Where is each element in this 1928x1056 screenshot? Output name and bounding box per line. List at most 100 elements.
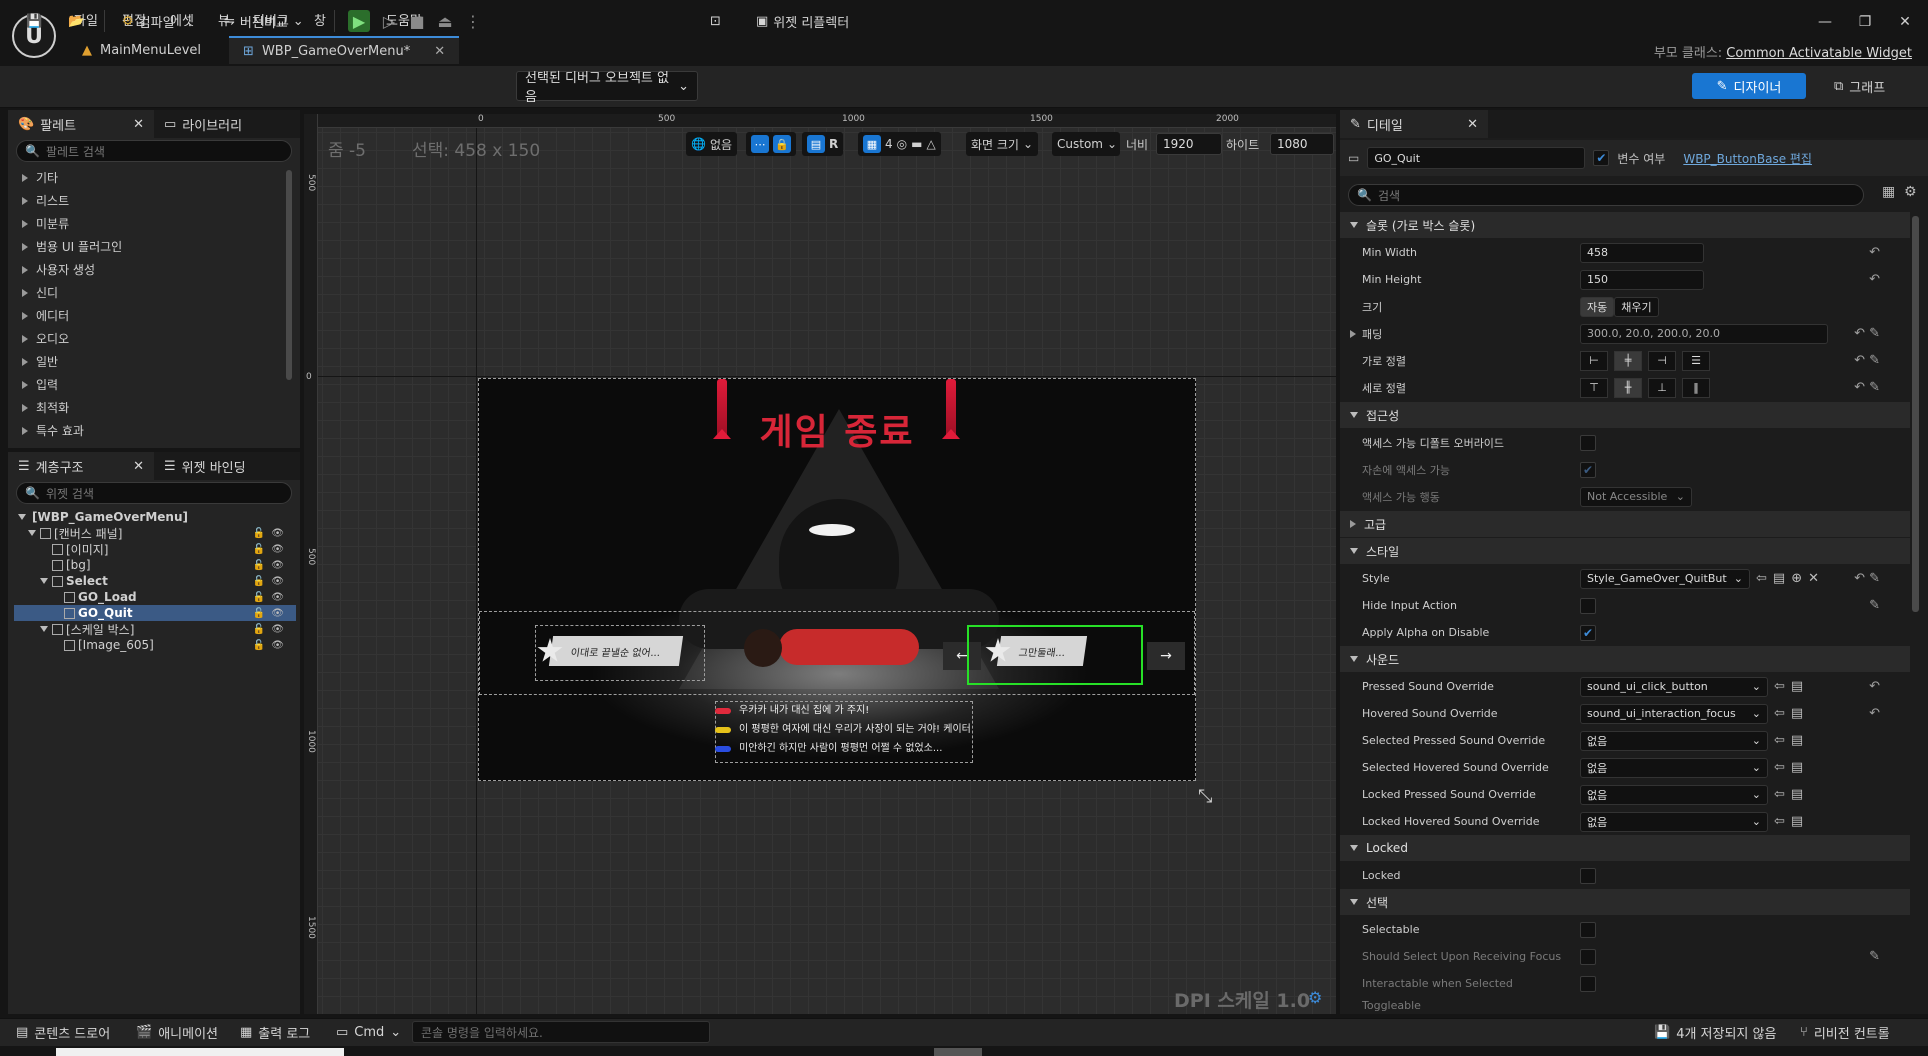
- align-left-icon[interactable]: ⊢: [1580, 350, 1608, 371]
- screen-size-dropdown[interactable]: 화면 크기 ⌄: [966, 132, 1039, 156]
- widget-search[interactable]: 🔍 위젯 검색: [16, 482, 292, 504]
- size-auto-button[interactable]: 자동: [1580, 296, 1615, 317]
- acc-override-checkbox[interactable]: [1580, 434, 1596, 451]
- selectable-checkbox[interactable]: [1580, 921, 1596, 938]
- unsaved-button[interactable]: 💾 4개 저장되지 않음: [1654, 1022, 1776, 1042]
- height-input[interactable]: 1080: [1270, 133, 1334, 155]
- console-input[interactable]: 콘솔 명령을 입력하세요.: [412, 1021, 710, 1043]
- diff-button[interactable]: ⇋ 버전비교 ⌄: [218, 8, 310, 34]
- lock-visibility-icons[interactable]: 🔓👁: [253, 608, 290, 619]
- size-fill-button[interactable]: 채우기: [1614, 296, 1659, 317]
- tree-item[interactable]: GO_Load 🔓👁: [14, 589, 296, 605]
- play-options-icon[interactable]: ⋮: [462, 10, 484, 32]
- designer-button[interactable]: ✎ 디자이너: [1692, 73, 1806, 99]
- palette-category[interactable]: 입력: [8, 373, 284, 396]
- debug-filter-icon[interactable]: ⊡: [704, 8, 727, 34]
- restore-icon[interactable]: ❐: [1850, 14, 1880, 30]
- details-scrollbar[interactable]: [1912, 216, 1919, 612]
- content-drawer-button[interactable]: ▤ 콘텐츠 드로어: [16, 1022, 110, 1042]
- compile-button[interactable]: ⚙ 컴파일 ⋮: [116, 8, 203, 34]
- reset-icon[interactable]: ↶: [1869, 245, 1880, 260]
- section-selection[interactable]: 선택: [1340, 889, 1910, 915]
- min-height-input[interactable]: 150: [1580, 269, 1704, 290]
- sound-dropdown[interactable]: 없음 ⌄: [1580, 757, 1768, 778]
- snap-toggles[interactable]: ⋯ 🔒: [746, 132, 796, 156]
- section-advanced[interactable]: 고급: [1340, 511, 1910, 537]
- minimize-icon[interactable]: —: [1810, 14, 1840, 30]
- close-icon[interactable]: ✕: [1467, 117, 1478, 132]
- widget-preview[interactable]: 게임 종료 이대로 끝낼순 없어... ← 그만둘래... → 우카카 내가 대…: [478, 378, 1196, 781]
- tree-item[interactable]: [Image_605] 🔓👁: [14, 637, 296, 653]
- details-search[interactable]: 🔍 검색: [1348, 184, 1864, 206]
- palette-category[interactable]: 특수 효과: [8, 419, 284, 442]
- palette-scrollbar[interactable]: [286, 170, 292, 380]
- palette-category[interactable]: 신디: [8, 281, 284, 304]
- go-quit-button[interactable]: 그만둘래...: [985, 631, 1088, 671]
- settings-gear-icon[interactable]: ⚙: [1904, 184, 1917, 200]
- stop-icon[interactable]: ■: [406, 10, 428, 32]
- browse-to-asset-icon[interactable]: ⇦: [1774, 787, 1785, 802]
- align-bottom-icon[interactable]: ⊥: [1648, 377, 1676, 398]
- bind-icon[interactable]: ✎: [1869, 598, 1880, 613]
- palette-category[interactable]: 일반: [8, 350, 284, 373]
- widget-reflector-button[interactable]: ▣ 위젯 리플렉터: [750, 8, 855, 34]
- reset-icon[interactable]: ↶ ✎: [1854, 353, 1880, 368]
- respect-locks-toggles[interactable]: ▤ R: [802, 132, 844, 156]
- preset-dropdown[interactable]: Custom ⌄: [1052, 132, 1120, 156]
- sound-dropdown[interactable]: sound_ui_click_button ⌄: [1580, 676, 1768, 697]
- go-load-button[interactable]: 이대로 끝낼순 없어...: [537, 631, 683, 671]
- sound-dropdown[interactable]: 없음 ⌄: [1580, 784, 1768, 805]
- resize-handle-icon[interactable]: ⤡: [1198, 786, 1212, 807]
- tab-library[interactable]: ▭ 라이브러리: [154, 110, 252, 138]
- tree-item-selected[interactable]: GO_Quit 🔓👁: [14, 605, 296, 621]
- menu-window[interactable]: 창: [314, 10, 326, 29]
- palette-category[interactable]: 리스트: [8, 189, 284, 212]
- width-input[interactable]: 1920: [1156, 133, 1222, 155]
- debug-object-select[interactable]: 선택된 디버그 오브젝트 없음 ⌄: [516, 71, 698, 105]
- lock-visibility-icons[interactable]: 🔓👁: [253, 544, 290, 555]
- is-variable-checkbox[interactable]: ✔: [1593, 150, 1610, 166]
- table-view-icon[interactable]: ▦: [1882, 184, 1895, 200]
- palette-category[interactable]: 범용 UI 플러그인: [8, 235, 284, 258]
- tab-wbp-gameover[interactable]: ⊞ WBP_GameOverMenu* ✕: [229, 36, 460, 64]
- expand-icon[interactable]: [1350, 329, 1356, 338]
- tree-item[interactable]: [이미지] 🔓👁: [14, 541, 296, 557]
- tab-palette[interactable]: 🎨 팔레트 ✕: [8, 110, 154, 138]
- tab-details[interactable]: ✎ 디테일 ✕: [1340, 110, 1488, 138]
- palette-search[interactable]: 🔍 팔레트 검색: [16, 140, 292, 162]
- browse-to-asset-icon[interactable]: ⇦: [1774, 733, 1785, 748]
- palette-category[interactable]: 미분류: [8, 212, 284, 235]
- use-selected-icon[interactable]: ▤: [1791, 706, 1803, 721]
- layout-icon[interactable]: ▤: [807, 135, 825, 153]
- close-tab-icon[interactable]: ✕: [434, 44, 445, 59]
- padding-input[interactable]: 300.0, 20.0, 200.0, 20.0: [1580, 323, 1828, 344]
- palette-category[interactable]: 기타: [8, 166, 284, 189]
- tree-item[interactable]: [스케일 박스] 🔓👁: [14, 621, 296, 637]
- dotted-grid-icon[interactable]: ⋯: [751, 135, 769, 153]
- use-selected-icon[interactable]: ▤: [1791, 733, 1803, 748]
- locked-checkbox[interactable]: [1580, 867, 1596, 884]
- section-locked[interactable]: Locked: [1340, 835, 1910, 861]
- section-slot[interactable]: 슬롯 (가로 박스 슬롯): [1340, 212, 1910, 238]
- lock-visibility-icons[interactable]: 🔓👁: [253, 576, 290, 587]
- sound-dropdown[interactable]: sound_ui_interaction_focus ⌄: [1580, 703, 1768, 724]
- lock-visibility-icons[interactable]: 🔓👁: [253, 624, 290, 635]
- tab-main-menu-level[interactable]: ▲ MainMenuLevel: [68, 36, 215, 64]
- browse-to-asset-icon[interactable]: ⇦: [1774, 814, 1785, 829]
- palette-category[interactable]: 에디터: [8, 304, 284, 327]
- lock-visibility-icons[interactable]: 🔓👁: [253, 560, 290, 571]
- localization-button[interactable]: 🌐 없음: [686, 132, 738, 156]
- rotation-icon[interactable]: ◎: [897, 137, 907, 151]
- kebab-icon[interactable]: ⋮: [184, 14, 197, 29]
- revision-control-button[interactable]: ⑂ 리비전 컨트롤: [1800, 1022, 1890, 1042]
- save-icon[interactable]: 💾: [20, 8, 48, 34]
- use-selected-icon[interactable]: ▤: [1791, 679, 1803, 694]
- browse-to-asset-icon[interactable]: ⇦: [1756, 571, 1767, 586]
- reset-icon[interactable]: ↶ ✎: [1854, 326, 1880, 341]
- align-middle-icon[interactable]: ╫: [1614, 377, 1642, 398]
- align-fill-icon[interactable]: ☰: [1682, 350, 1710, 371]
- section-style[interactable]: 스타일: [1340, 538, 1910, 564]
- grid-icon[interactable]: ▦: [863, 135, 881, 153]
- grid-snap-control[interactable]: ▦ 4 ◎ ▬ △: [858, 132, 941, 156]
- next-arrow-button[interactable]: →: [1147, 642, 1185, 670]
